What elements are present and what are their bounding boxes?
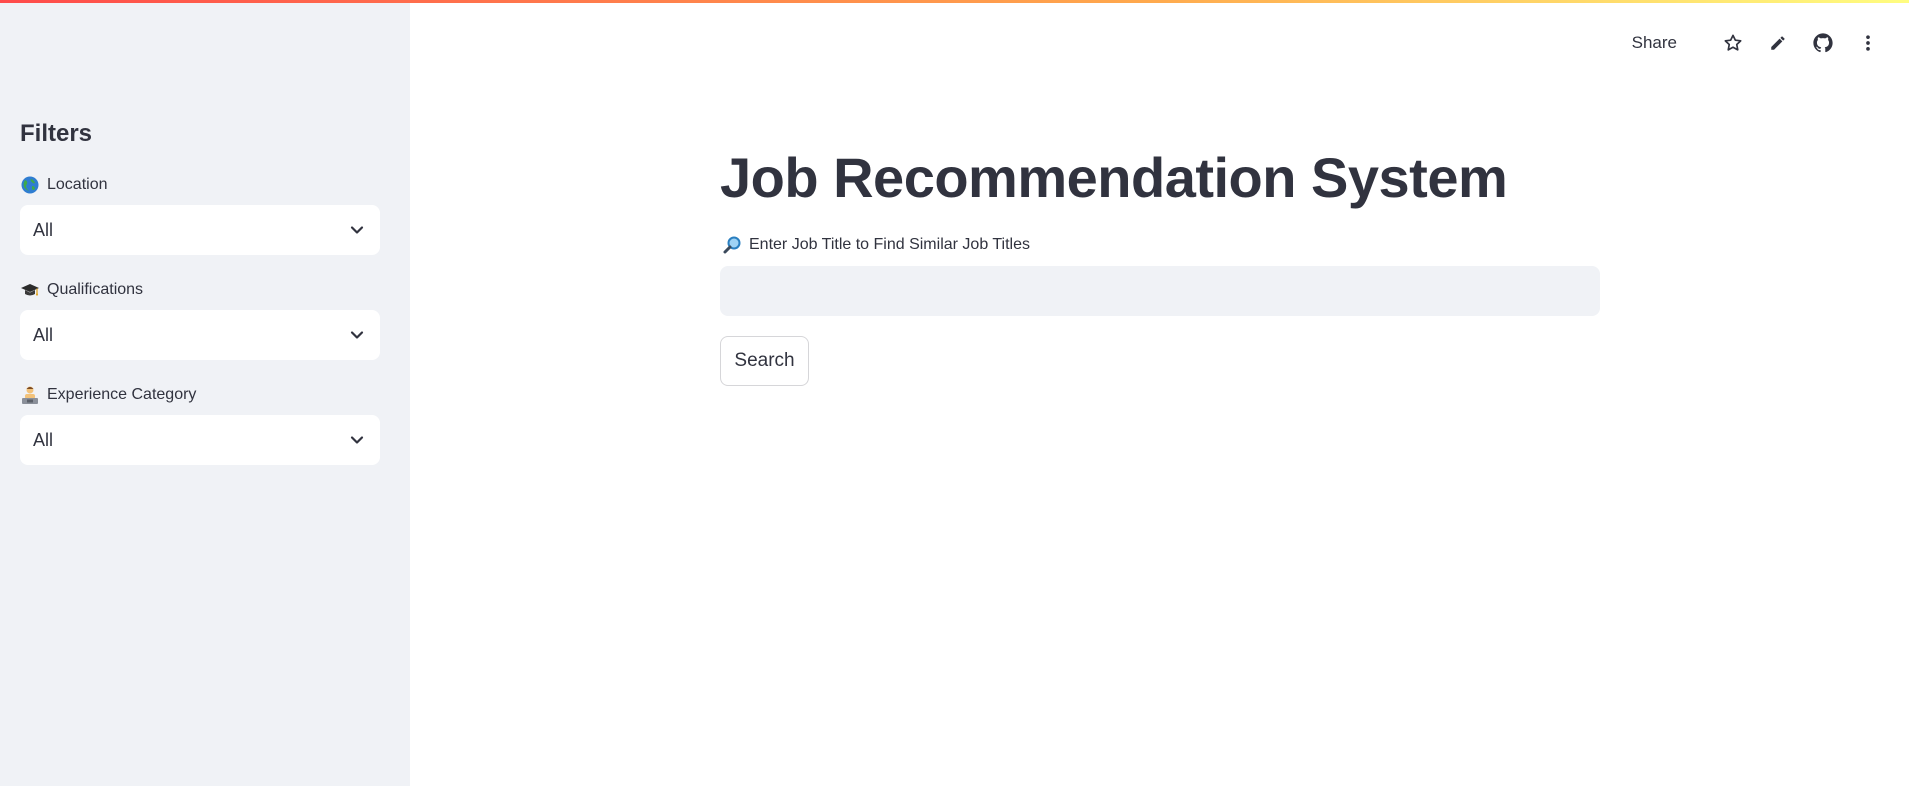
page-title: Job Recommendation System bbox=[720, 146, 1508, 209]
sidebar-title: Filters bbox=[20, 120, 93, 147]
globe-icon bbox=[21, 176, 39, 194]
main-content: Share bbox=[410, 0, 1909, 786]
filter-label-text: Experience Category bbox=[47, 386, 197, 403]
github-icon[interactable] bbox=[1812, 32, 1834, 54]
sidebar: Filters Location All Qualifications All … bbox=[0, 0, 410, 786]
more-vertical-icon[interactable] bbox=[1857, 32, 1879, 54]
chevron-down-icon bbox=[350, 436, 364, 444]
search-button[interactable]: Search bbox=[720, 336, 809, 386]
location-select[interactable]: All bbox=[20, 205, 380, 255]
app-toolbar: Share bbox=[1632, 32, 1879, 54]
filter-label-qualifications: Qualifications bbox=[20, 279, 380, 301]
filter-label-location: Location bbox=[20, 174, 380, 196]
top-decoration-bar bbox=[0, 0, 1909, 3]
filter-location: Location All bbox=[20, 174, 380, 255]
select-value: All bbox=[33, 219, 54, 240]
select-value: All bbox=[33, 429, 54, 450]
search-label: Enter Job Title to Find Similar Job Titl… bbox=[722, 235, 1030, 255]
experience-category-select[interactable]: All bbox=[20, 415, 380, 465]
job-title-input[interactable] bbox=[720, 266, 1600, 316]
chevron-down-icon bbox=[350, 331, 364, 339]
filter-label-experience: Experience Category bbox=[20, 384, 380, 406]
filter-qualifications: Qualifications All bbox=[20, 279, 380, 360]
search-label-text: Enter Job Title to Find Similar Job Titl… bbox=[749, 236, 1030, 253]
office-worker-icon bbox=[22, 386, 38, 404]
star-icon[interactable] bbox=[1722, 32, 1744, 54]
chevron-down-icon bbox=[350, 226, 364, 234]
filter-experience-category: Experience Category All bbox=[20, 384, 380, 465]
filter-label-text: Qualifications bbox=[47, 281, 144, 298]
filter-label-text: Location bbox=[47, 176, 108, 193]
graduation-cap-icon bbox=[21, 284, 39, 296]
pencil-icon[interactable] bbox=[1767, 32, 1789, 54]
magnifier-icon bbox=[723, 236, 741, 254]
share-button[interactable]: Share bbox=[1632, 33, 1677, 53]
qualifications-select[interactable]: All bbox=[20, 310, 380, 360]
select-value: All bbox=[33, 324, 54, 345]
